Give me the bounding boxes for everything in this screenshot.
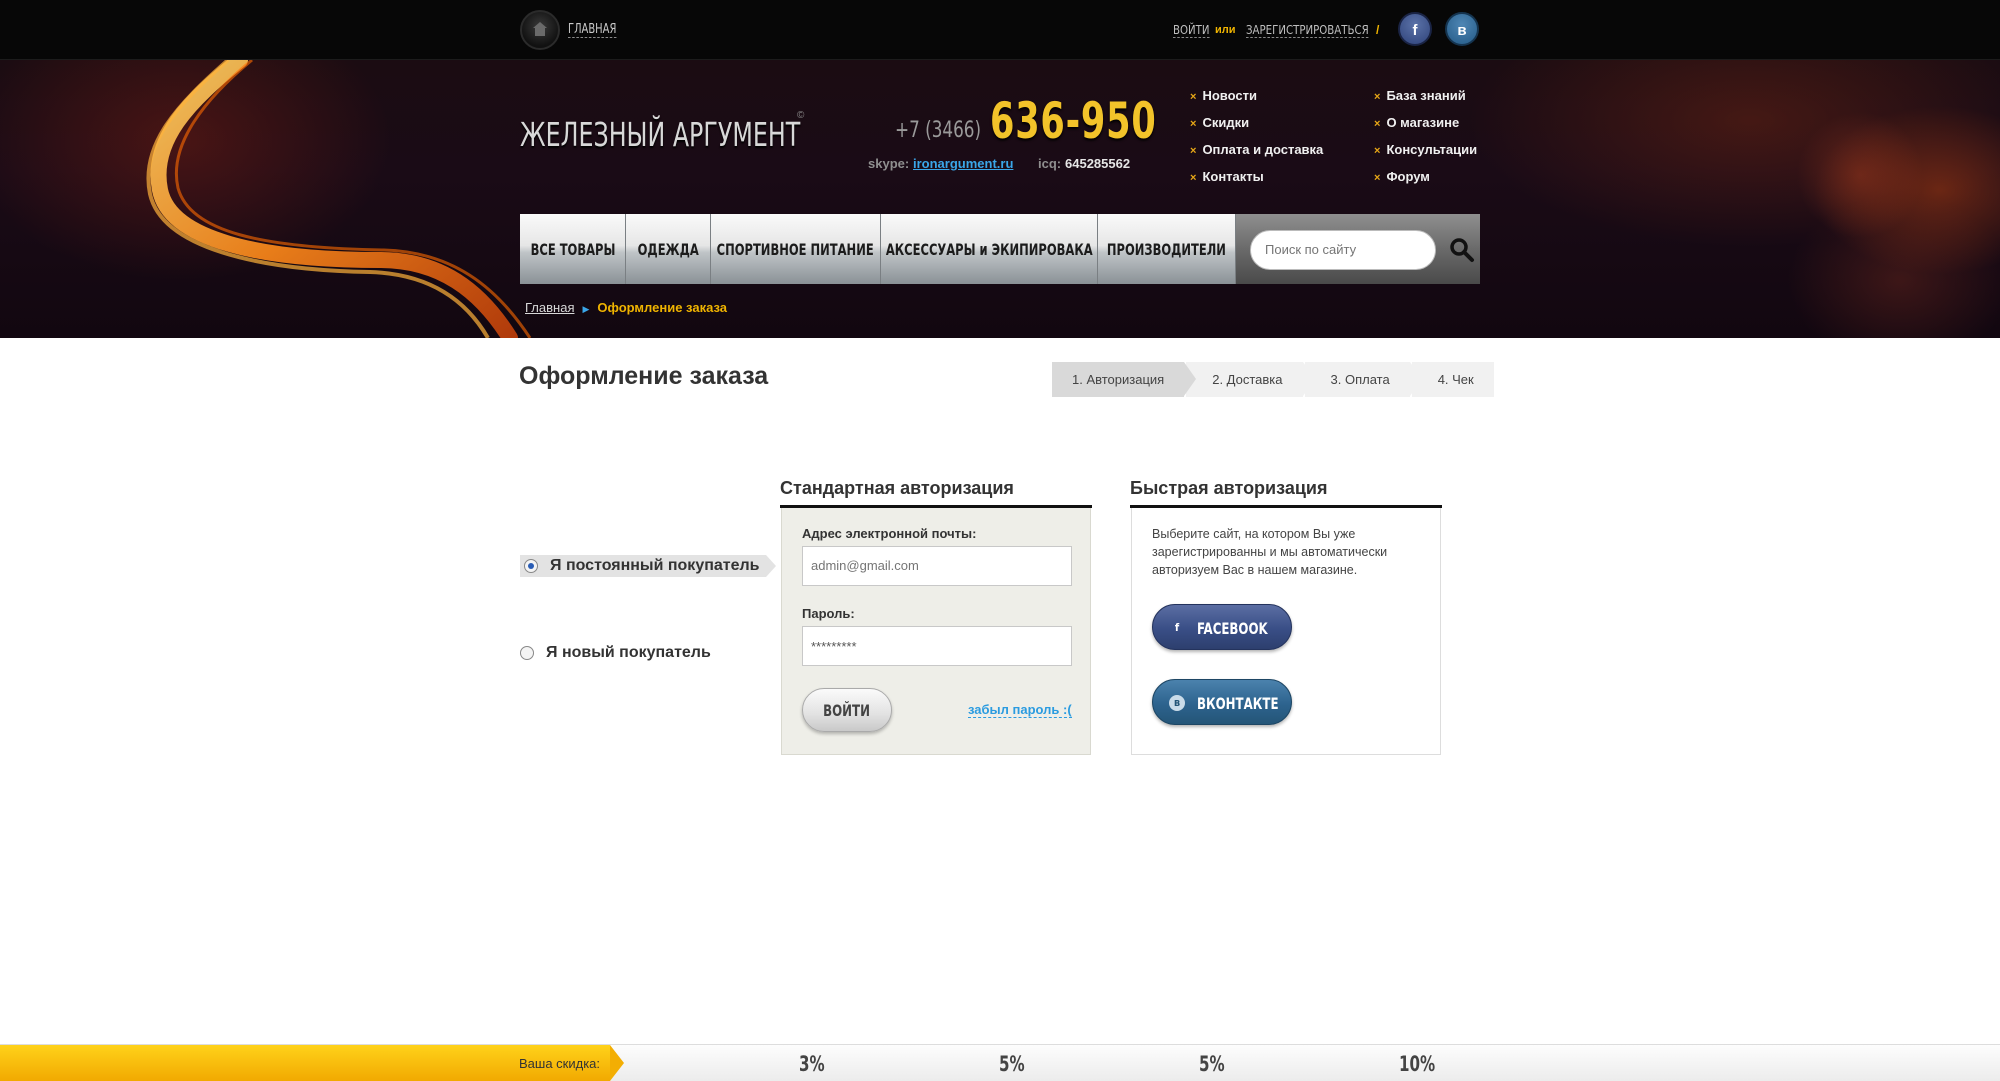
phone-number: 636-950	[990, 92, 1157, 150]
discount-value: 10%	[1399, 1052, 1436, 1076]
icq-label: icq:	[1038, 156, 1062, 171]
vk-login-button[interactable]: в ВКОНТАКТЕ	[1152, 679, 1292, 725]
new-customer-label: Я новый покупатель	[546, 644, 711, 661]
breadcrumb: Главная ▶ Оформление заказа	[525, 300, 727, 315]
separator: /	[1376, 23, 1380, 37]
top-bar: ГЛАВНАЯ ВОЙТИ или ЗАРЕГИСТРИРОВАТЬСЯ / f…	[0, 0, 2000, 60]
skype-link[interactable]: ironargument.ru	[913, 156, 1013, 171]
forgot-password-link[interactable]: забыл пароль :(	[968, 703, 1072, 718]
icq-value: 645285562	[1065, 156, 1131, 171]
email-label: Адрес электронной почты:	[802, 526, 977, 541]
nav-marker-icon: ×	[1190, 91, 1197, 103]
new-customer-radio[interactable]	[520, 646, 534, 660]
fast-auth-title: Быстрая авторизация	[1130, 478, 1328, 498]
nav-marker-icon: ×	[1190, 118, 1197, 130]
logo-registered: ©	[797, 110, 805, 121]
nav-marker-icon: ×	[1190, 145, 1197, 157]
register-link[interactable]: ЗАРЕГИСТРИРОВАТЬСЯ	[1246, 23, 1369, 38]
nav-link-payment[interactable]: × Оплата и доставка	[1190, 142, 1323, 157]
home-link[interactable]: ГЛАВНАЯ	[568, 23, 617, 38]
email-field[interactable]	[802, 546, 1072, 586]
breadcrumb-current: Оформление заказа	[597, 300, 727, 315]
home-button[interactable]	[520, 10, 560, 50]
discount-value: 3%	[799, 1052, 825, 1076]
main-menu: ВСЕ ТОВАРЫ ОДЕЖДА СПОРТИВНОЕ ПИТАНИЕ АКС…	[520, 214, 1480, 284]
page-title: Оформление заказа	[519, 362, 769, 390]
returning-customer-label: Я постоянный покупатель	[550, 557, 760, 574]
step-delivery[interactable]: 2. Доставка	[1186, 362, 1315, 397]
menu-manufacturers[interactable]: ПРОИЗВОДИТЕЛИ	[1098, 214, 1236, 284]
menu-clothing[interactable]: ОДЕЖДА	[626, 214, 711, 284]
facebook-icon: f	[1174, 621, 1180, 634]
flame-decoration	[146, 60, 532, 338]
nav-marker-icon: ×	[1374, 172, 1381, 184]
search-area	[1236, 214, 1480, 284]
facebook-login-button[interactable]: f FACEBOOK	[1152, 604, 1292, 650]
breadcrumb-home[interactable]: Главная	[525, 300, 574, 315]
vk-icon: в	[1169, 695, 1185, 711]
checkout-steps: 1. Авторизация 2. Доставка 3. Оплата 4. …	[1052, 362, 1496, 397]
returning-customer-radio[interactable]	[524, 559, 538, 573]
menu-accessories[interactable]: АКСЕССУАРЫ и ЭКИПИРОВАКА	[881, 214, 1098, 284]
step-payment[interactable]: 3. Оплата	[1304, 362, 1422, 397]
nav-marker-icon: ×	[1190, 172, 1197, 184]
login-button[interactable]: ВОЙТИ	[802, 688, 892, 732]
header: ЖЕЛЕЗНЫЙ АРГУМЕНТ © +7 (3466) 636-950 sk…	[0, 60, 2000, 338]
fast-auth-panel: Выберите сайт, на котором Вы уже зарегис…	[1131, 508, 1441, 755]
password-field[interactable]: *********	[802, 626, 1072, 666]
or-text: или	[1215, 24, 1236, 36]
standard-auth-panel: Адрес электронной почты: Пароль: *******…	[781, 508, 1091, 755]
nav-link-news[interactable]: × Новости	[1190, 88, 1257, 103]
password-label: Пароль:	[802, 606, 855, 621]
login-link[interactable]: ВОЙТИ	[1173, 23, 1210, 38]
site-logo[interactable]: ЖЕЛЕЗНЫЙ АРГУМЕНТ	[520, 115, 800, 154]
nav-link-discounts[interactable]: × Скидки	[1190, 115, 1249, 130]
nav-link-knowledge[interactable]: × База знаний	[1374, 88, 1466, 103]
vk-icon[interactable]: в	[1445, 12, 1479, 46]
step-receipt[interactable]: 4. Чек	[1411, 362, 1494, 397]
search-input[interactable]	[1250, 230, 1436, 270]
nav-link-about[interactable]: × О магазине	[1374, 115, 1459, 130]
breadcrumb-arrow-icon: ▶	[582, 304, 590, 314]
menu-sport-nutrition[interactable]: СПОРТИВНОЕ ПИТАНИЕ	[711, 214, 881, 284]
nav-link-forum[interactable]: × Форум	[1374, 169, 1430, 184]
discount-value: 5%	[999, 1052, 1025, 1076]
home-icon	[533, 22, 547, 36]
standard-auth-title: Стандартная авторизация	[780, 478, 1014, 498]
facebook-icon[interactable]: f	[1398, 12, 1432, 46]
new-customer-option[interactable]: Я новый покупатель	[520, 644, 711, 662]
menu-all-products[interactable]: ВСЕ ТОВАРЫ	[520, 214, 626, 284]
fast-auth-description: Выберите сайт, на котором Вы уже зарегис…	[1152, 527, 1388, 577]
skype-label: skype:	[868, 156, 910, 171]
discount-bar: Ваша скидка: 3% 5% 5% 10%	[0, 1044, 2000, 1081]
discount-label: Ваша скидка:	[519, 1056, 601, 1071]
nav-link-contacts[interactable]: × Контакты	[1190, 169, 1264, 184]
nav-marker-icon: ×	[1374, 118, 1381, 130]
nav-marker-icon: ×	[1374, 145, 1381, 157]
phone-code: +7 (3466)	[895, 118, 982, 143]
search-icon[interactable]	[1448, 236, 1476, 264]
discount-value: 5%	[1199, 1052, 1225, 1076]
nav-marker-icon: ×	[1374, 91, 1381, 103]
returning-customer-option[interactable]: Я постоянный покупатель	[520, 555, 776, 577]
step-authorization[interactable]: 1. Авторизация	[1052, 362, 1197, 397]
nav-link-consult[interactable]: × Консультации	[1374, 142, 1477, 157]
